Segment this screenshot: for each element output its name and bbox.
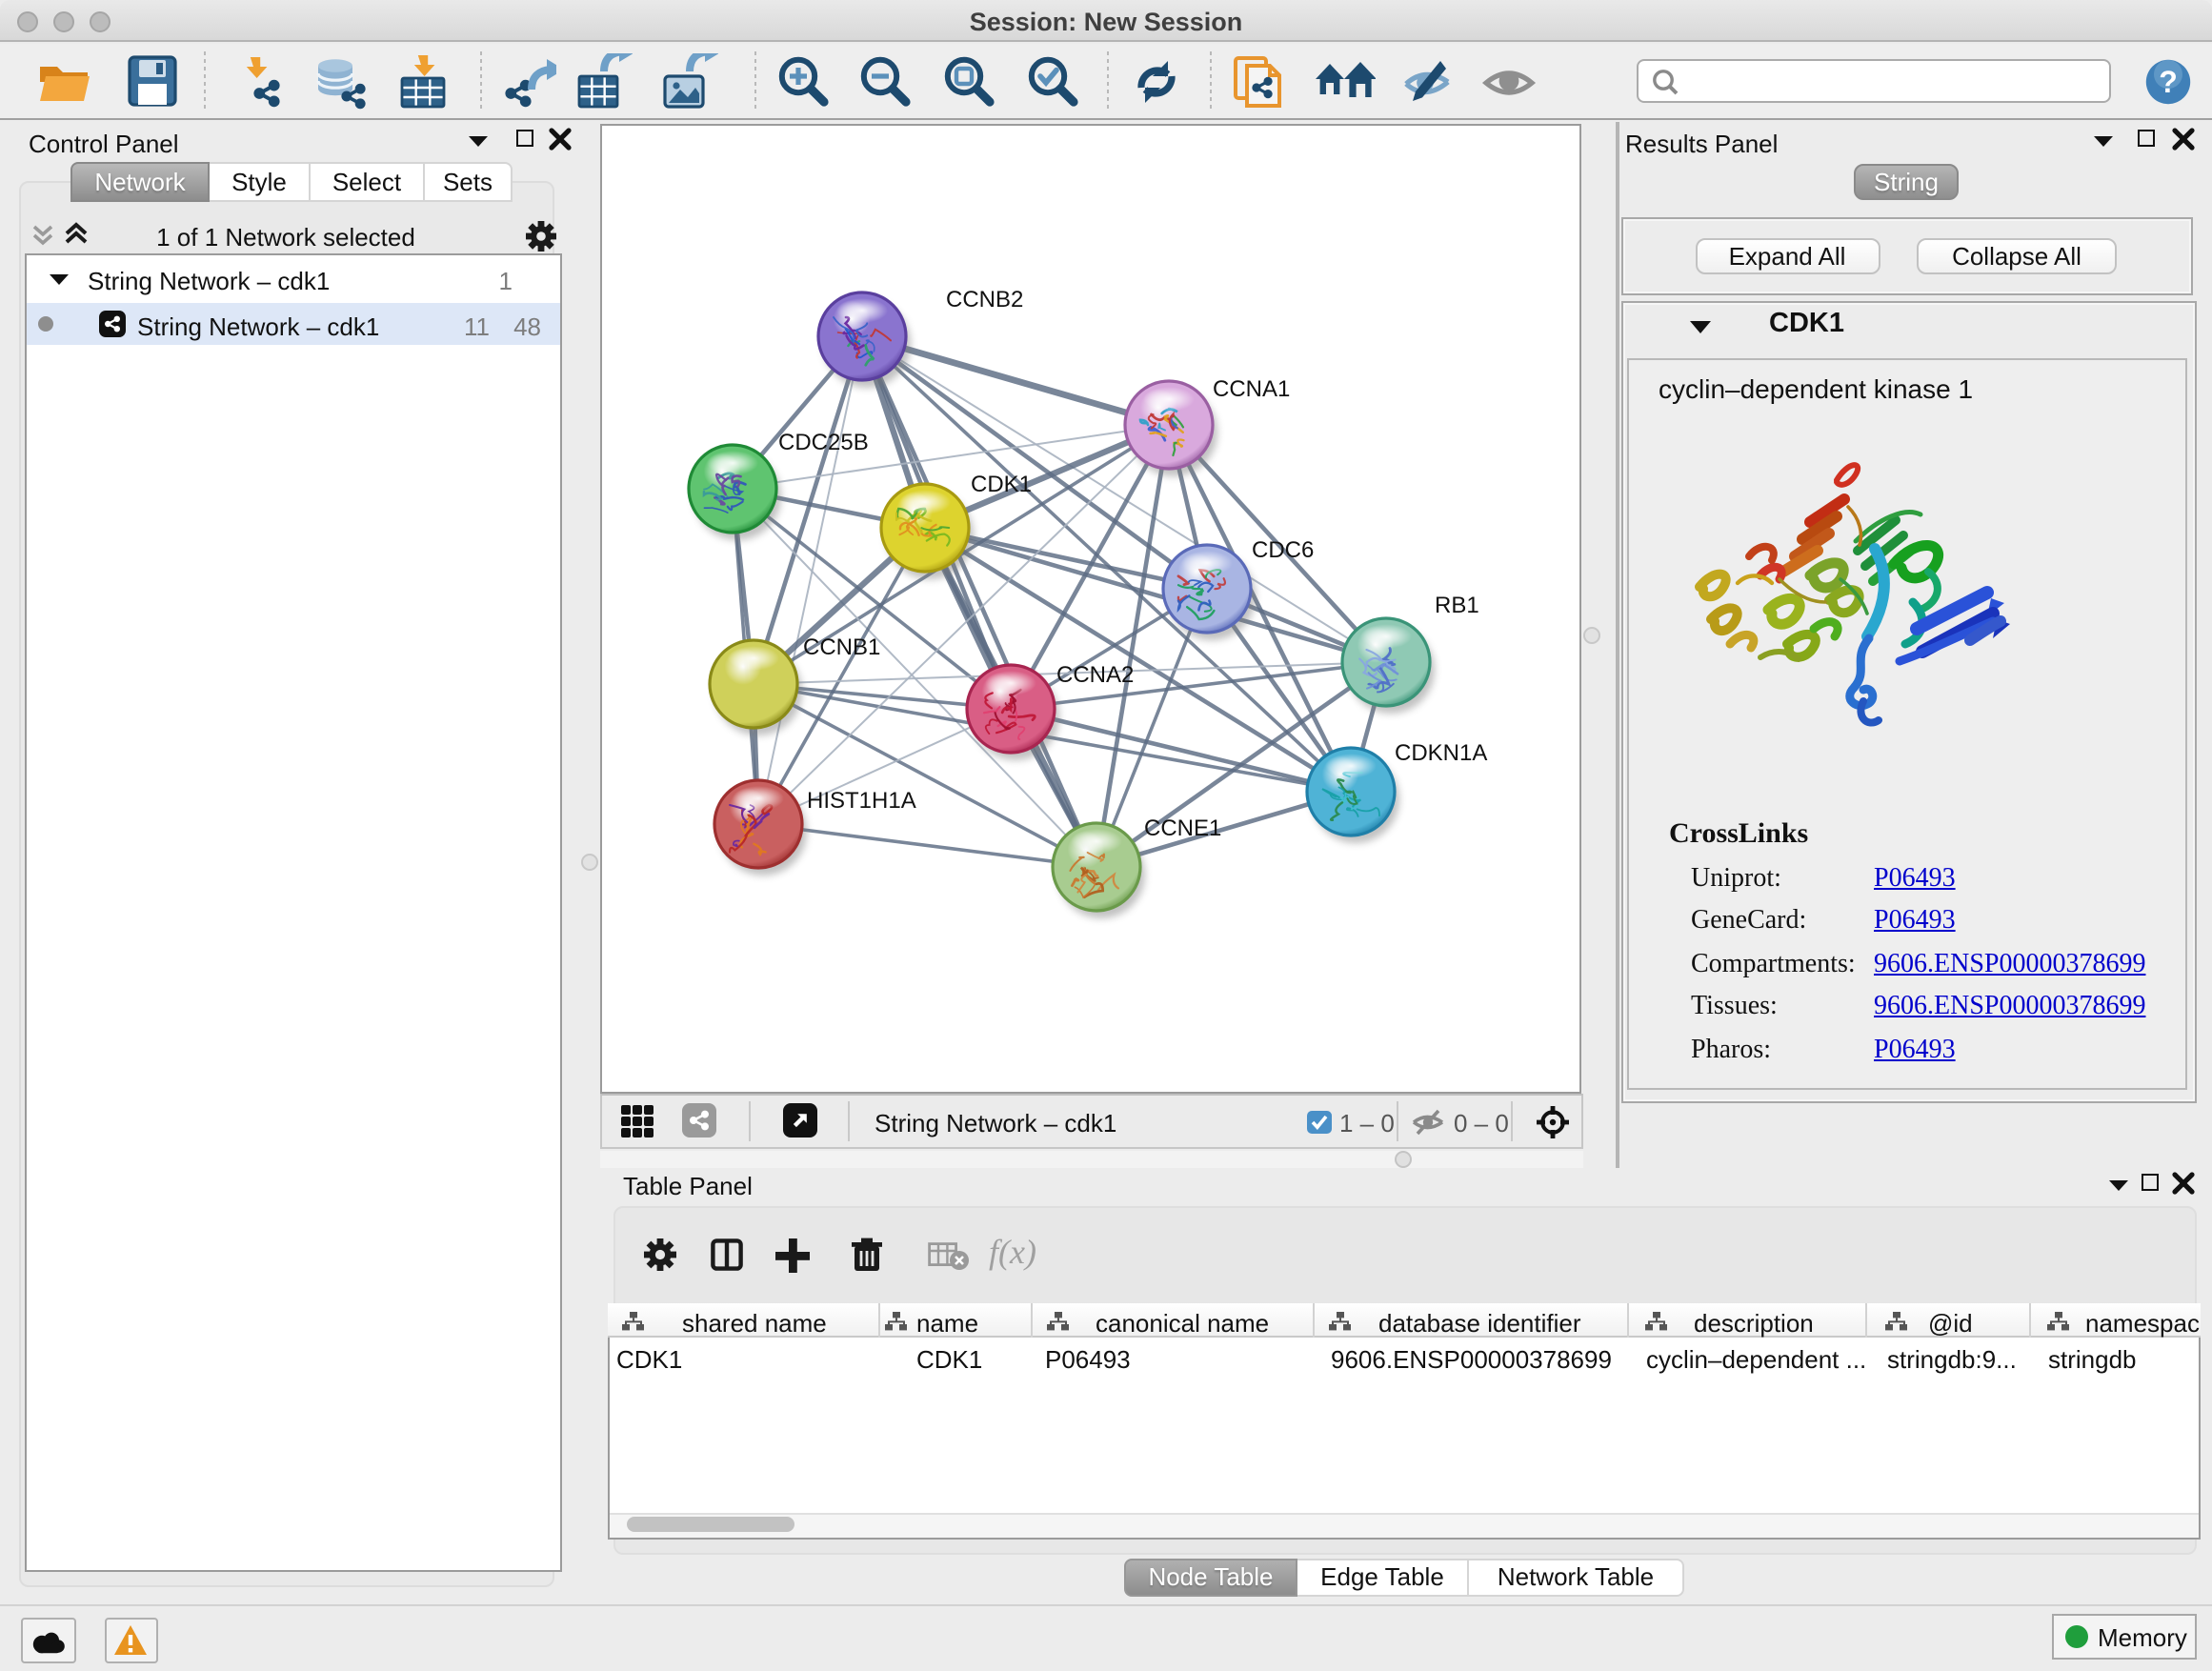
svg-text:CCNA1: CCNA1 bbox=[1213, 375, 1290, 401]
svg-text:?: ? bbox=[2159, 65, 2178, 99]
svg-text:CDKN1A: CDKN1A bbox=[1395, 739, 1487, 765]
svg-text:CCNE1: CCNE1 bbox=[1144, 815, 1221, 840]
svg-text:HIST1H1A: HIST1H1A bbox=[807, 787, 916, 813]
svg-text:CCNA2: CCNA2 bbox=[1056, 661, 1134, 687]
svg-text:CCNB2: CCNB2 bbox=[946, 286, 1023, 312]
svg-text:CCNB1: CCNB1 bbox=[803, 634, 880, 659]
svg-text:CDC6: CDC6 bbox=[1252, 536, 1314, 562]
svg-text:CDC25B: CDC25B bbox=[778, 429, 869, 454]
svg-text:RB1: RB1 bbox=[1435, 592, 1479, 617]
svg-text:CDK1: CDK1 bbox=[971, 471, 1032, 496]
